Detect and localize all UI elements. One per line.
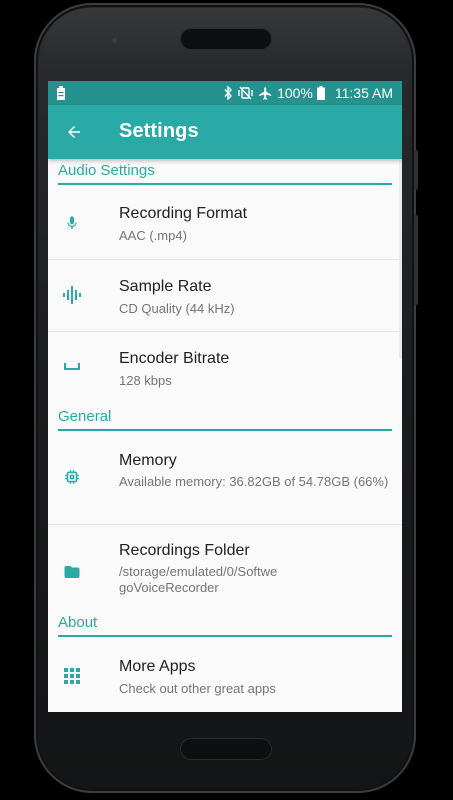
section-header-about: About — [58, 614, 392, 637]
pref-more-apps[interactable]: More Apps Check out other great apps — [48, 639, 402, 712]
bluetooth-icon — [224, 86, 233, 100]
app-bar: Settings — [48, 105, 402, 159]
pref-summary: AAC (.mp4) — [119, 228, 187, 243]
waveform-icon — [62, 285, 82, 305]
battery-saver-icon — [57, 86, 65, 100]
volume-button — [414, 215, 418, 305]
pref-title: Sample Rate — [119, 278, 212, 295]
settings-list: Audio Settings Recording Format AAC (.mp… — [48, 159, 402, 712]
pref-title: More Apps — [119, 658, 196, 675]
airplane-icon — [259, 86, 272, 100]
pref-title: Recording Format — [119, 205, 248, 222]
memory-chip-icon — [62, 467, 82, 487]
arrow-back-icon — [68, 126, 80, 138]
screen: 100% 11:35 AM Settings Audio Settings Re… — [48, 81, 402, 712]
pref-encoder-bitrate[interactable]: Encoder Bitrate 128 kbps — [48, 332, 402, 402]
section-header-audio-settings: Audio Settings — [58, 162, 392, 185]
space-bar-icon — [62, 356, 82, 376]
status-time: 11:35 AM — [334, 85, 393, 101]
pref-summary: Check out other great apps — [119, 681, 276, 696]
pref-title: Recordings Folder — [119, 542, 250, 559]
pref-summary: 128 kbps — [119, 373, 172, 388]
vibrate-off-icon — [238, 86, 253, 100]
bottom-speaker — [180, 738, 272, 760]
pref-summary: CD Quality (44 kHz) — [119, 301, 235, 316]
pref-sample-rate[interactable]: Sample Rate CD Quality (44 kHz) — [48, 260, 402, 332]
pref-summary: /storage/emulated/0/SoftwegoVoiceRecorde… — [119, 564, 278, 595]
pref-title: Memory — [119, 452, 177, 469]
page-title: Settings — [119, 120, 199, 142]
microphone-icon — [62, 213, 82, 233]
section-header-general: General — [58, 408, 392, 431]
pref-title: Encoder Bitrate — [119, 350, 230, 367]
battery-full-icon — [316, 86, 325, 100]
front-camera — [112, 38, 117, 43]
apps-grid-icon — [62, 666, 82, 686]
back-button[interactable] — [58, 116, 90, 148]
battery-percent: 100% — [277, 85, 313, 101]
pref-recording-format[interactable]: Recording Format AAC (.mp4) — [48, 187, 402, 260]
top-speaker — [180, 28, 272, 50]
status-bar: 100% 11:35 AM — [48, 81, 402, 105]
pref-recordings-folder[interactable]: Recordings Folder /storage/emulated/0/So… — [48, 525, 402, 617]
folder-icon — [62, 562, 82, 582]
pref-memory[interactable]: Memory Available memory: 36.82GB of 54.7… — [48, 434, 402, 525]
power-button — [414, 150, 418, 190]
pref-summary: Available memory: 36.82GB of 54.78GB (66… — [119, 474, 389, 489]
